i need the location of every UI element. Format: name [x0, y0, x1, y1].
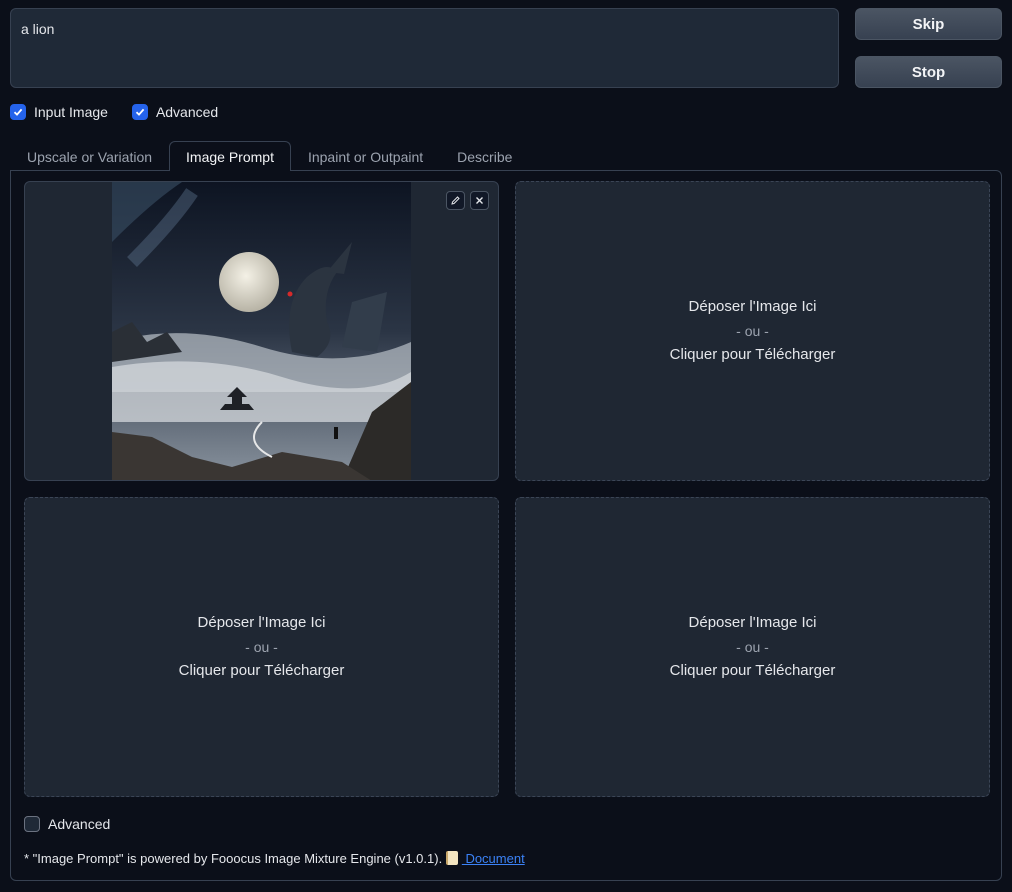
footnote-text: * "Image Prompt" is powered by Fooocus I… [24, 851, 443, 866]
tab-bar: Upscale or Variation Image Prompt Inpain… [10, 141, 1002, 171]
checkbox-checked-icon[interactable] [10, 104, 26, 120]
tab-describe[interactable]: Describe [440, 141, 529, 171]
or-text: - ou - [245, 639, 278, 655]
prompt-input[interactable]: a lion [10, 8, 839, 88]
advanced-checkbox[interactable]: Advanced [131, 104, 219, 120]
advanced-label: Advanced [155, 104, 219, 120]
image-prompt-advanced-checkbox[interactable]: Advanced [24, 816, 110, 832]
tab-image-prompt[interactable]: Image Prompt [169, 141, 291, 171]
image-prompt-slot-3[interactable]: Déposer l'Image Ici - ou - Cliquer pour … [24, 497, 499, 797]
or-text: - ou - [736, 323, 769, 339]
image-prompt-slot-4[interactable]: Déposer l'Image Ici - ou - Cliquer pour … [515, 497, 990, 797]
edit-image-button[interactable] [446, 191, 465, 210]
checkbox-unchecked-icon[interactable] [24, 816, 40, 832]
drop-image-text: Déposer l'Image Ici [688, 614, 817, 631]
input-image-checkbox[interactable]: Input Image [10, 104, 108, 120]
click-upload-text: Cliquer pour Télécharger [178, 662, 345, 679]
image-prompt-slot-2[interactable]: Déposer l'Image Ici - ou - Cliquer pour … [515, 181, 990, 481]
image-prompt-advanced-label: Advanced [48, 816, 111, 832]
fooocus-app: a lion Skip Stop Input Image Advanced Up… [0, 0, 1012, 892]
input-image-label: Input Image [34, 104, 108, 120]
checkbox-checked-icon[interactable] [131, 104, 148, 120]
or-text: - ou - [736, 639, 769, 655]
click-upload-text: Cliquer pour Télécharger [669, 662, 836, 679]
document-link[interactable]: Document [462, 851, 524, 866]
remove-image-button[interactable] [470, 191, 489, 210]
tab-upscale-or-variation[interactable]: Upscale or Variation [10, 141, 169, 171]
image-prompt-panel: Déposer l'Image Ici - ou - Cliquer pour … [10, 170, 1002, 881]
stop-button[interactable]: Stop [855, 56, 1002, 88]
click-upload-text: Cliquer pour Télécharger [669, 346, 836, 363]
uploaded-image [112, 182, 411, 480]
drop-image-text: Déposer l'Image Ici [197, 614, 326, 631]
options-row: Input Image Advanced [10, 104, 218, 120]
scroll-icon [445, 851, 458, 865]
pencil-icon [451, 196, 460, 205]
image-prompt-slot-1[interactable] [24, 181, 499, 481]
tab-inpaint-or-outpaint[interactable]: Inpaint or Outpaint [291, 141, 440, 171]
drop-image-text: Déposer l'Image Ici [688, 298, 817, 315]
skip-button[interactable]: Skip [855, 8, 1002, 40]
footnote: * "Image Prompt" is powered by Fooocus I… [24, 851, 525, 866]
close-icon [476, 197, 483, 204]
